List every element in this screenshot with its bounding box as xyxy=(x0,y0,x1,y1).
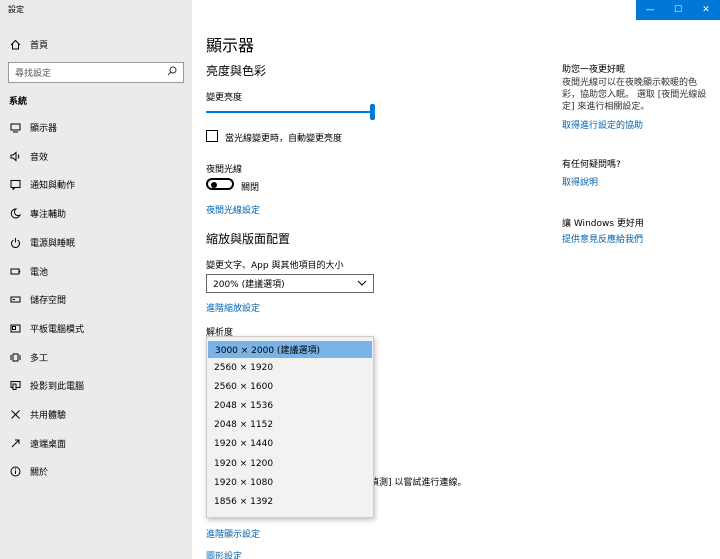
advanced-scale-link[interactable]: 進階縮放設定 xyxy=(206,301,260,314)
scale-label: 變更文字、App 與其他項目的大小 xyxy=(206,261,344,271)
sidebar-item-label: 平板電腦模式 xyxy=(30,324,85,335)
window-controls: — ☐ ✕ xyxy=(636,0,720,20)
resolution-option[interactable]: 2048 × 1152 xyxy=(207,416,373,435)
sidebar-item-label: 多工 xyxy=(30,353,49,364)
section-title: 系統 xyxy=(9,97,28,107)
scale-value: 200% (建議選項) xyxy=(213,280,285,290)
speaker-icon xyxy=(8,149,22,163)
sidebar-item-label: 電池 xyxy=(30,267,49,278)
search-input[interactable]: 尋找設定 xyxy=(8,62,184,83)
graphics-settings-link[interactable]: 圖形設定 xyxy=(206,549,242,559)
toggle-knob xyxy=(211,182,217,188)
night-light-settings-link[interactable]: 夜間光線設定 xyxy=(206,203,260,216)
help-title: 助您一夜更好眠 xyxy=(562,65,626,75)
resolution-option[interactable]: 2048 × 1536 xyxy=(207,396,373,415)
sidebar-item-label: 電源與睡眠 xyxy=(30,238,76,249)
moon-icon xyxy=(8,206,22,220)
auto-brightness-label: 當光線變更時，自動變更亮度 xyxy=(225,134,343,144)
sidebar-item-label: 首頁 xyxy=(30,40,49,51)
battery-icon xyxy=(8,264,22,278)
brightness-slider-track[interactable] xyxy=(206,111,374,113)
detect-text: 偵測] 以嘗試進行連線。 xyxy=(370,478,467,488)
sidebar-item-multitasking[interactable]: 多工 xyxy=(0,346,192,368)
sidebar-item-label: 關於 xyxy=(30,467,49,478)
chevron-down-icon xyxy=(357,279,367,289)
storage-icon xyxy=(8,292,22,306)
notification-icon xyxy=(8,177,22,191)
question-title: 有任何疑問嗎? xyxy=(562,160,621,170)
resolution-dropdown[interactable]: 3000 × 2000 (建議選項) 2560 × 1920 2560 × 16… xyxy=(206,336,374,518)
search-placeholder: 尋找設定 xyxy=(15,69,52,79)
remote-icon xyxy=(8,436,22,450)
minimize-button[interactable]: — xyxy=(636,0,664,20)
scale-heading: 縮放與版面配置 xyxy=(206,232,291,246)
sidebar-item-label: 音效 xyxy=(30,152,49,163)
sidebar-item-label: 遠端桌面 xyxy=(30,439,67,450)
project-icon xyxy=(8,378,22,392)
resolution-option[interactable]: 1920 × 1080 xyxy=(207,473,373,492)
brightness-label: 變更亮度 xyxy=(206,93,243,103)
sidebar-item-storage[interactable]: 儲存空間 xyxy=(0,288,192,310)
sidebar-item-label: 通知與動作 xyxy=(30,180,76,191)
sidebar-item-sound[interactable]: 音效 xyxy=(0,145,192,167)
maximize-button[interactable]: ☐ xyxy=(664,0,692,20)
info-icon xyxy=(8,464,22,478)
sidebar-item-label: 儲存空間 xyxy=(30,295,67,306)
feedback-link[interactable]: 提供意見反應給我們 xyxy=(562,232,643,245)
resolution-option[interactable]: 1856 × 1392 xyxy=(207,492,373,511)
help-text: 夜間光線可以在夜晚顯示較暖的色彩，協助您入眠。 選取 [夜間光線設定] 來進行相… xyxy=(562,78,707,112)
sidebar-item-display[interactable]: 顯示器 xyxy=(0,116,192,138)
window-title: 設定 xyxy=(8,5,24,14)
home-icon xyxy=(8,37,22,51)
sidebar-item-home[interactable]: 首頁 xyxy=(0,33,192,55)
advanced-display-link[interactable]: 進階顯示設定 xyxy=(206,527,260,540)
sidebar-item-about[interactable]: 關於 xyxy=(0,460,192,482)
resolution-option[interactable]: 1920 × 1200 xyxy=(207,454,373,473)
night-light-toggle[interactable] xyxy=(206,178,234,190)
sidebar-item-power[interactable]: 電源與睡眠 xyxy=(0,231,192,253)
get-help-link[interactable]: 取得說明 xyxy=(562,175,598,188)
sidebar-item-label: 投影到此電腦 xyxy=(30,381,85,392)
sidebar-item-focus[interactable]: 專注輔助 xyxy=(0,202,192,224)
sidebar-item-label: 專注輔助 xyxy=(30,209,67,220)
search-icon[interactable] xyxy=(167,66,177,79)
sidebar-item-remote[interactable]: 遠端桌面 xyxy=(0,432,192,454)
page-title: 顯示器 xyxy=(206,36,255,55)
sidebar: 設定 首頁 尋找設定 系統 顯示器 音效 通知與動作 專注輔助 電源與睡眠 電池 xyxy=(0,0,192,559)
brightness-slider-thumb[interactable] xyxy=(370,104,375,120)
monitor-icon xyxy=(8,120,22,134)
resolution-option[interactable]: 2560 × 1920 xyxy=(207,358,373,377)
help-link[interactable]: 取得進行設定的協助 xyxy=(562,118,643,131)
sidebar-item-tablet[interactable]: 平板電腦模式 xyxy=(0,317,192,339)
scale-select[interactable]: 200% (建議選項) xyxy=(206,274,374,293)
sidebar-item-projecting[interactable]: 投影到此電腦 xyxy=(0,374,192,396)
sidebar-item-notifications[interactable]: 通知與動作 xyxy=(0,173,192,195)
sidebar-item-label: 顯示器 xyxy=(30,123,58,134)
sidebar-item-battery[interactable]: 電池 xyxy=(0,260,192,282)
sidebar-item-label: 共用體驗 xyxy=(30,410,67,421)
multitask-icon xyxy=(8,350,22,364)
shared-icon xyxy=(8,407,22,421)
close-button[interactable]: ✕ xyxy=(692,0,720,20)
resolution-option[interactable]: 3000 × 2000 (建議選項) xyxy=(208,341,372,358)
tablet-icon xyxy=(8,321,22,335)
auto-brightness-checkbox[interactable] xyxy=(206,130,218,142)
power-icon xyxy=(8,235,22,249)
night-light-state: 關閉 xyxy=(241,183,260,193)
resolution-option[interactable]: 2560 × 1600 xyxy=(207,377,373,396)
sidebar-item-shared[interactable]: 共用體驗 xyxy=(0,403,192,425)
feedback-title: 讓 Windows 更好用 xyxy=(562,219,644,229)
resolution-option[interactable]: 1920 × 1440 xyxy=(207,435,373,454)
night-light-label: 夜間光線 xyxy=(206,165,243,175)
color-heading: 亮度與色彩 xyxy=(206,64,267,78)
